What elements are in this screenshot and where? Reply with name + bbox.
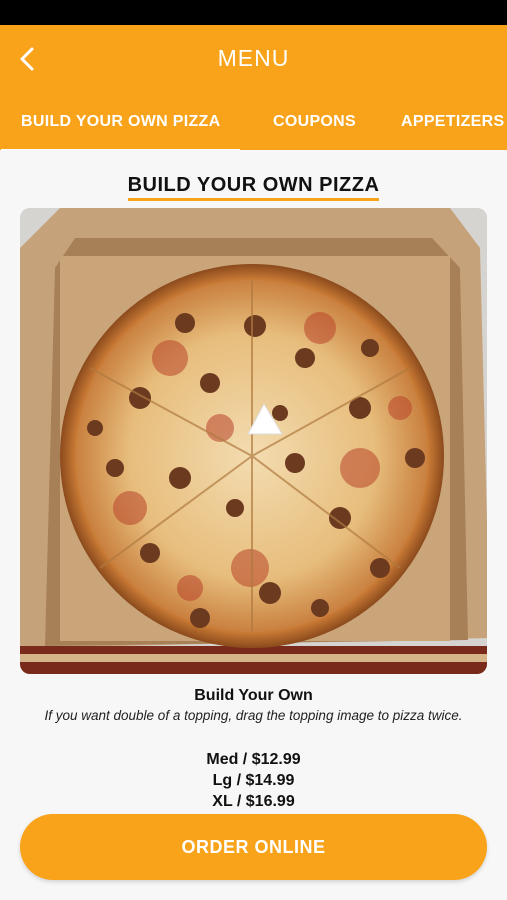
tab-build-your-own-pizza[interactable]: BUILD YOUR OWN PIZZA [0, 111, 242, 150]
price-xl: XL / $16.99 [212, 793, 295, 810]
pizza-image [20, 208, 487, 674]
tab-appetizers[interactable]: APPETIZERS [401, 111, 504, 150]
section-title: BUILD YOUR OWN PIZZA [0, 174, 507, 201]
tab-coupons[interactable]: COUPONS [273, 111, 356, 150]
status-bar [0, 0, 507, 25]
order-online-button[interactable]: ORDER ONLINE [20, 814, 487, 880]
price-medium: Med / $12.99 [206, 751, 301, 768]
pizza-illustration [20, 208, 487, 674]
app-header: MENU BUILD YOUR OWN PIZZA COUPONS APPETI… [0, 25, 507, 150]
item-description: If you want double of a topping, drag th… [44, 708, 463, 723]
price-list: Med / $12.99 Lg / $14.99 XL / $16.99 [0, 749, 507, 812]
category-tabs: BUILD YOUR OWN PIZZA COUPONS APPETIZERS [0, 111, 507, 150]
price-large: Lg / $14.99 [212, 772, 295, 789]
page-title: MENU [217, 45, 290, 71]
item-name: Build Your Own [194, 687, 313, 704]
section-title-text: BUILD YOUR OWN PIZZA [127, 174, 380, 201]
